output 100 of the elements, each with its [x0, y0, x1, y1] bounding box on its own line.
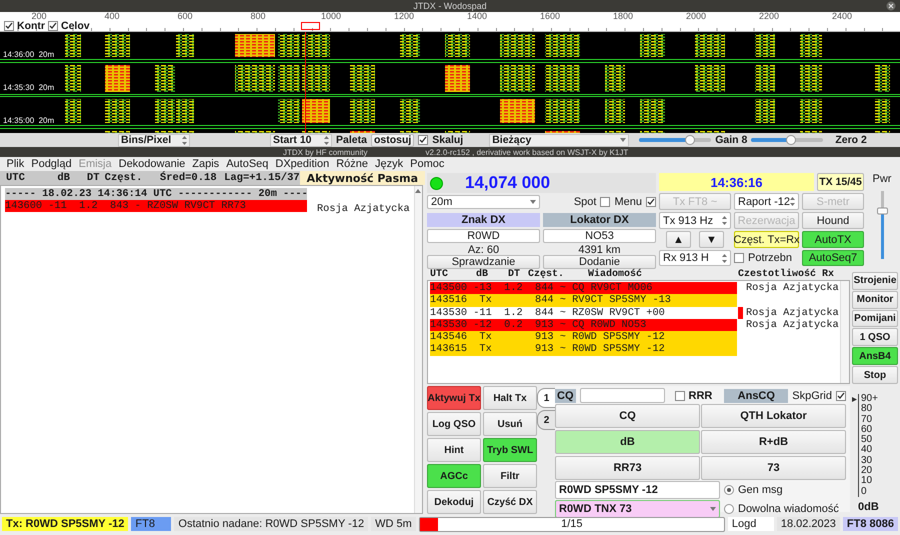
control-button[interactable]: Filtr: [483, 464, 537, 488]
spin-arrows-icon[interactable]: [324, 134, 329, 146]
time-label: 14:35:30 20m: [3, 83, 54, 92]
tx-period-button[interactable]: TX 15/45: [817, 173, 864, 191]
side-button[interactable]: Monitor: [852, 290, 898, 309]
checkbox[interactable]: [836, 390, 846, 400]
power-slider-thumb[interactable]: [876, 208, 888, 215]
dx-call-field[interactable]: R0WD: [427, 229, 540, 243]
checkbox[interactable]: [4, 21, 14, 31]
column-label: Czestotliwość Rx: [738, 269, 834, 280]
message-button[interactable]: QTH Lokator: [701, 404, 846, 428]
scrollbar[interactable]: [414, 186, 422, 513]
control-button[interactable]: Czyść DX: [483, 490, 537, 514]
country-label: Rosja Azjatycka: [317, 203, 410, 215]
control-button[interactable]: Log QSO: [427, 412, 481, 436]
control-button[interactable]: Dekoduj: [427, 490, 481, 514]
menu-item[interactable]: AutoSeq: [222, 158, 272, 170]
down-button[interactable]: ▼: [699, 231, 724, 248]
ans-cq-label: AnsCQ: [724, 388, 788, 402]
checkbox-label: Potrzebn: [748, 252, 792, 264]
cq-input-field[interactable]: [580, 388, 664, 403]
checkbox[interactable]: [646, 197, 656, 207]
checkbox[interactable]: [418, 135, 428, 145]
checkbox[interactable]: [734, 253, 744, 263]
tab[interactable]: 1: [537, 388, 555, 408]
menu-item[interactable]: Dekodowanie: [115, 158, 189, 170]
spectrum-combo[interactable]: Bieżący: [489, 134, 630, 146]
up-button[interactable]: ▲: [666, 231, 691, 248]
control-button[interactable]: AGCc: [427, 464, 481, 488]
rx-frequency-spinbox[interactable]: Rx 913 H: [659, 250, 731, 266]
menu-item[interactable]: Język: [372, 158, 407, 170]
message-field[interactable]: R0WD SP5SMY -12: [555, 481, 720, 499]
status-led-icon: [430, 176, 443, 190]
message-button[interactable]: dB: [555, 430, 700, 454]
control-button[interactable]: Aktywuj Tx: [427, 386, 481, 410]
meter-scale-label: 10: [861, 476, 874, 487]
last-sent-label: Ostatnio nadane: R0WD SP5SMY -12: [174, 517, 368, 531]
auto-tx-button[interactable]: AutoTX: [802, 231, 864, 248]
message-button[interactable]: 73: [701, 456, 846, 480]
report-spinbox[interactable]: Raport -12: [734, 193, 799, 210]
menu-item[interactable]: Podgląd: [28, 158, 76, 170]
scroll-up-icon[interactable]: [415, 189, 422, 193]
scrollbar[interactable]: [840, 281, 849, 383]
radio-button[interactable]: [724, 485, 734, 495]
dropdown-arrow-icon[interactable]: [530, 200, 536, 204]
bins-per-pixel-spinbox[interactable]: Bins/Pixel: [118, 134, 190, 146]
country-label: Rosja Azjatycka: [746, 318, 839, 332]
spin-arrows-icon[interactable]: [790, 196, 795, 207]
start-spinbox[interactable]: Start 10: [270, 134, 332, 146]
dropdown-arrow-icon[interactable]: [620, 138, 626, 142]
mode-id-label: FT8 8086: [842, 517, 898, 531]
message-combo[interactable]: R0WD TNX 73: [555, 500, 720, 518]
menu-item[interactable]: Plik: [3, 158, 28, 170]
slider-thumb[interactable]: [684, 135, 695, 145]
dropdown-arrow-icon[interactable]: [710, 507, 716, 511]
menu-item[interactable]: Pomoc: [406, 158, 448, 170]
side-button[interactable]: AnsB4: [852, 347, 898, 366]
side-button[interactable]: Pomijani: [852, 310, 898, 328]
control-button[interactable]: Hint: [427, 438, 481, 462]
spin-arrows-icon[interactable]: [722, 215, 727, 226]
time-display: 14:36:16: [659, 173, 814, 191]
band-combo[interactable]: 20m: [427, 195, 540, 209]
column-label: DT: [86, 172, 101, 184]
menu-item[interactable]: Różne: [332, 158, 372, 170]
power-label: Pwr: [872, 173, 892, 185]
message-button[interactable]: CQ: [555, 404, 700, 428]
spinbox-value: Bins/Pixel: [121, 134, 172, 146]
message-button[interactable]: R+dB: [701, 430, 846, 454]
checkbox[interactable]: [674, 390, 684, 400]
lookup-button[interactable]: Sprawdzanie: [427, 255, 540, 269]
add-button[interactable]: Dodanie: [543, 255, 656, 269]
close-icon[interactable]: [886, 1, 896, 11]
control-button[interactable]: Tryb SWL: [483, 438, 537, 462]
tx-frequency-spinbox[interactable]: Tx 913 Hz: [659, 212, 731, 229]
message-button[interactable]: RR73: [555, 456, 700, 480]
meter-scale-label: 0: [861, 486, 868, 497]
control-button[interactable]: Usuń: [483, 412, 537, 436]
side-button[interactable]: Stop: [852, 366, 898, 384]
checkbox[interactable]: [48, 21, 58, 31]
side-button[interactable]: 1 QSO: [852, 328, 898, 346]
menu-item[interactable]: Zapis: [188, 158, 223, 170]
hound-button[interactable]: Hound: [802, 212, 864, 229]
dx-grid-field[interactable]: NO53: [543, 229, 656, 243]
spin-arrows-icon[interactable]: [722, 252, 727, 264]
checkbox[interactable]: [600, 197, 610, 207]
radio-label: Dowolna wiadomość: [738, 503, 839, 515]
combo-value: 20m: [431, 196, 452, 208]
side-button[interactable]: Strojenie: [852, 272, 898, 290]
control-button[interactable]: Halt Tx: [483, 386, 537, 410]
menu-item[interactable]: DXpedition: [272, 158, 333, 170]
spin-arrows-icon[interactable]: [182, 134, 187, 146]
window-title: JTDX by HF community: [283, 148, 368, 156]
meter-scale-label: 80: [861, 404, 874, 415]
radio-button[interactable]: [724, 504, 734, 514]
dx-call-header: Znak DX: [427, 213, 540, 227]
adjust-button[interactable]: ostosuj: [370, 134, 414, 146]
window-title: JTDX - Wodospad: [413, 1, 487, 11]
slider-thumb[interactable]: [786, 135, 796, 145]
tab[interactable]: 2: [537, 410, 555, 430]
auto-seq-button[interactable]: AutoSeq7: [802, 250, 864, 266]
